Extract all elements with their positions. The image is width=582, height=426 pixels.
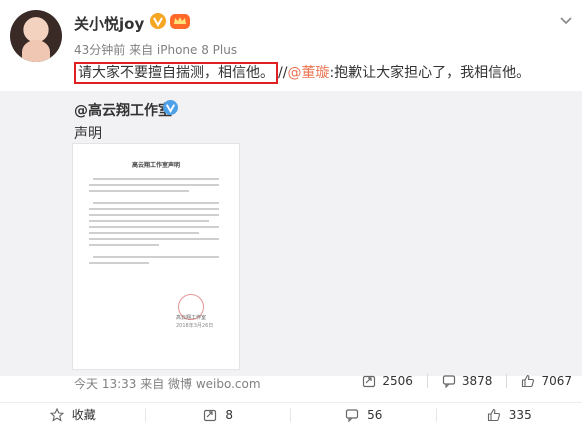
repost-time[interactable]: 今天 13:33 来自 微博 weibo.com <box>74 375 261 392</box>
doc-title: 高云翔工作室声明 <box>131 162 180 169</box>
member-crown-icon[interactable] <box>169 12 191 30</box>
star-icon <box>49 407 64 422</box>
username[interactable]: 关小悦joy <box>74 13 144 34</box>
doc-date: 2018年3月26日 <box>176 323 214 329</box>
verified-blue-icon <box>163 100 178 115</box>
statement-document-image[interactable]: 高云翔工作室声明 高云翔工作室 2018年3月26日 <box>73 144 239 369</box>
comment-count-button[interactable]: 3878 <box>442 374 493 388</box>
vip-v-icon[interactable] <box>150 13 166 29</box>
mention-link[interactable]: @董璇 <box>287 65 329 81</box>
repost-author[interactable]: @高云翔工作室 <box>74 100 172 120</box>
repost-block: @高云翔工作室 声明 高云翔工作室声明 高云翔工作室 2018年3月26日 今天… <box>0 91 582 391</box>
action-bar: 收藏 8 56 335 <box>0 402 582 426</box>
repost-stats: 2506 3878 7067 <box>362 374 572 388</box>
comment-action-count: 56 <box>367 407 383 422</box>
like-count-button[interactable]: 7067 <box>521 374 572 388</box>
comment-icon <box>442 375 456 388</box>
like-action-count: 335 <box>508 407 532 422</box>
doc-sign: 高云翔工作室 <box>176 315 207 321</box>
comment-count: 3878 <box>461 374 493 388</box>
repost-text: 声明 <box>74 126 102 142</box>
thumbs-up-icon <box>487 408 500 421</box>
comment-button[interactable]: 56 <box>291 403 437 426</box>
repost-icon <box>204 409 217 421</box>
repost-button[interactable]: 8 <box>146 403 292 426</box>
chevron-down-icon[interactable] <box>560 14 572 26</box>
repost-count-button[interactable]: 2506 <box>362 374 413 388</box>
thumbs-up-icon <box>522 374 535 388</box>
like-button[interactable]: 335 <box>437 403 582 426</box>
post-text: 请大家不要擅自揣测，相信他。//@董璇:抱歉让大家担心了，我相信他。 <box>74 62 531 84</box>
favorite-button[interactable]: 收藏 <box>0 403 146 426</box>
repost-count: 2506 <box>382 374 413 388</box>
highlighted-text: 请大家不要擅自揣测，相信他。 <box>74 62 278 84</box>
favorite-label: 收藏 <box>71 408 96 422</box>
post-meta: 43分钟前 来自 iPhone 8 Plus <box>74 43 238 57</box>
avatar[interactable] <box>10 10 62 62</box>
repost-icon <box>363 375 376 388</box>
like-count: 7067 <box>541 374 572 388</box>
comment-icon <box>346 408 359 422</box>
repost-action-count: 8 <box>225 407 234 422</box>
post-rest-text: :抱歉让大家担心了，我相信他。 <box>329 65 531 81</box>
